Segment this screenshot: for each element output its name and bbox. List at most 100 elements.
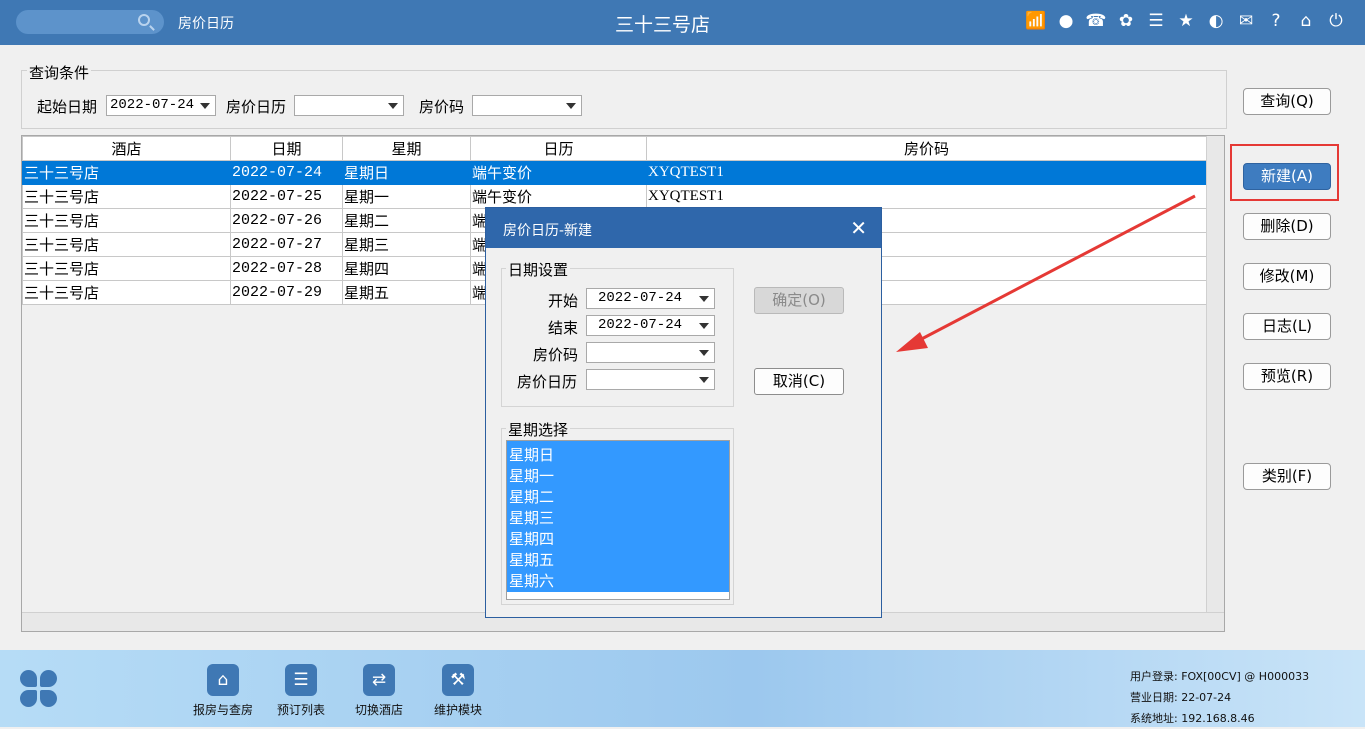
table-row[interactable]: 三十三号店 2022-07-24 星期日 端午变价 XYQTEST1 — [22, 160, 1207, 185]
column-rate-code[interactable]: 房价码 — [646, 136, 1207, 161]
list-item[interactable]: 星期日 — [507, 445, 729, 466]
top-bar: 房价日历 三十三号店 📶 ● ☎ ✿ ☰ ★ ◐ ✉ ? ⌂ ⏻ — [0, 0, 1365, 45]
cell-date: 2022-07-26 — [230, 208, 343, 233]
booking-list-button[interactable]: ☰ 预订列表 — [261, 664, 341, 718]
switch-hotel-button[interactable]: ⇄ 切换酒店 — [339, 664, 419, 718]
booking-list-label: 预订列表 — [276, 703, 325, 717]
system-address: 系统地址: 192.168.8.46 — [1130, 712, 1255, 725]
list-item[interactable]: 星期二 — [507, 487, 729, 508]
start-date-picker[interactable]: 2022-07-24 — [586, 288, 715, 309]
cell-date: 2022-07-29 — [230, 280, 343, 305]
cell-calendar: 端午变价 — [470, 160, 647, 185]
column-hotel[interactable]: 酒店 — [22, 136, 231, 161]
calendar-label: 房价日历 — [517, 373, 578, 391]
cell-date: 2022-07-28 — [230, 256, 343, 281]
dialog-title: 房价日历-新建 — [503, 223, 593, 239]
category-button[interactable]: 类别(F) — [1243, 463, 1331, 490]
start-date-label: 起始日期 — [37, 98, 98, 116]
list-item[interactable]: 星期六 — [507, 571, 729, 592]
phone-icon[interactable]: ☎ — [1085, 10, 1107, 32]
start-label: 开始 — [548, 292, 579, 310]
new-button[interactable]: 新建(A) — [1243, 163, 1331, 190]
column-date[interactable]: 日期 — [230, 136, 343, 161]
cell-weekday: 星期日 — [342, 160, 471, 185]
weekday-legend: 星期选择 — [506, 419, 571, 440]
query-legend: 查询条件 — [27, 62, 92, 83]
date-settings-legend: 日期设置 — [506, 259, 571, 280]
chevron-down-icon[interactable] — [699, 350, 709, 356]
cell-hotel: 三十三号店 — [22, 232, 231, 257]
calendar-label: 房价日历 — [226, 98, 287, 116]
chevron-down-icon[interactable] — [388, 103, 398, 109]
menu-icon[interactable]: ☰ — [1145, 10, 1167, 32]
chevron-down-icon[interactable] — [200, 103, 210, 109]
log-button[interactable]: 日志(L) — [1243, 313, 1331, 340]
palette-icon[interactable]: ✿ — [1115, 10, 1137, 32]
calendar-select[interactable] — [586, 369, 715, 390]
column-weekday[interactable]: 星期 — [342, 136, 471, 161]
wifi-icon[interactable]: 📶 — [1025, 10, 1047, 32]
home-icon[interactable]: ⌂ — [1295, 10, 1317, 32]
end-label: 结束 — [548, 319, 579, 337]
grid-header: 酒店 日期 星期 日历 房价码 — [22, 136, 1207, 161]
cell-hotel: 三十三号店 — [22, 256, 231, 281]
modify-button[interactable]: 修改(M) — [1243, 263, 1331, 290]
end-date-value: 2022-07-24 — [598, 317, 683, 333]
end-date-picker[interactable]: 2022-07-24 — [586, 315, 715, 336]
booking-list-icon: ☰ — [285, 664, 317, 696]
start-date-value: 2022-07-24 — [598, 290, 683, 306]
maintenance-label: 维护模块 — [433, 703, 482, 717]
cell-date: 2022-07-25 — [230, 184, 343, 209]
cell-weekday: 星期二 — [342, 208, 471, 233]
chevron-down-icon[interactable] — [699, 296, 709, 302]
rate-code-select[interactable] — [472, 95, 582, 116]
rate-code-label: 房价码 — [419, 98, 465, 116]
chevron-down-icon[interactable] — [566, 103, 576, 109]
start-date-value: 2022-07-24 — [110, 97, 195, 113]
help-icon[interactable]: ? — [1265, 10, 1287, 32]
home-search-icon: ⌂ — [207, 664, 239, 696]
chevron-down-icon[interactable] — [699, 323, 709, 329]
cell-rate-code: XYQTEST1 — [646, 160, 1207, 185]
ok-button[interactable]: 确定(O) — [754, 287, 844, 314]
list-item[interactable]: 星期三 — [507, 508, 729, 529]
switch-hotel-label: 切换酒店 — [354, 703, 403, 717]
table-row[interactable]: 三十三号店 2022-07-25 星期一 端午变价 XYQTEST1 — [22, 184, 1207, 209]
room-status-label: 报房与查房 — [192, 703, 253, 717]
chat-icon[interactable]: ● — [1055, 10, 1077, 32]
star-icon[interactable]: ★ — [1175, 10, 1197, 32]
mail-icon[interactable]: ✉ — [1235, 10, 1257, 32]
cell-rate-code: XYQTEST1 — [646, 184, 1207, 209]
list-item[interactable]: 星期一 — [507, 466, 729, 487]
delete-button[interactable]: 删除(D) — [1243, 213, 1331, 240]
maintenance-button[interactable]: ⚒ 维护模块 — [418, 664, 498, 718]
calendar-select[interactable] — [294, 95, 404, 116]
cell-hotel: 三十三号店 — [22, 160, 231, 185]
weekday-listbox[interactable]: 星期日 星期一 星期二 星期三 星期四 星期五 星期六 — [506, 440, 730, 600]
column-calendar[interactable]: 日历 — [470, 136, 647, 161]
list-item[interactable]: 星期五 — [507, 550, 729, 571]
query-button[interactable]: 查询(Q) — [1243, 88, 1331, 115]
cancel-button[interactable]: 取消(C) — [754, 368, 844, 395]
cell-weekday: 星期三 — [342, 232, 471, 257]
status-panel: 用户登录: FOX[00CV] @ H000033 营业日期: 22-07-24… — [1130, 666, 1309, 729]
rate-code-select[interactable] — [586, 342, 715, 363]
cell-hotel: 三十三号店 — [22, 184, 231, 209]
business-date: 营业日期: 22-07-24 — [1130, 691, 1232, 704]
preview-button[interactable]: 预览(R) — [1243, 363, 1331, 390]
dialog-titlebar[interactable]: 房价日历-新建 ✕ — [486, 208, 881, 248]
theme-icon[interactable]: ◐ — [1205, 10, 1227, 32]
list-item[interactable]: 星期四 — [507, 529, 729, 550]
room-status-button[interactable]: ⌂ 报房与查房 — [183, 664, 263, 718]
switch-icon: ⇄ — [363, 664, 395, 696]
start-date-picker[interactable]: 2022-07-24 — [106, 95, 216, 116]
cell-weekday: 星期一 — [342, 184, 471, 209]
new-rate-calendar-dialog: 房价日历-新建 ✕ 日期设置 开始 2022-07-24 结束 2022-07-… — [485, 207, 882, 618]
top-toolbar: 📶 ● ☎ ✿ ☰ ★ ◐ ✉ ? ⌂ ⏻ — [1025, 10, 1347, 32]
rate-code-label: 房价码 — [533, 346, 579, 364]
vertical-scrollbar[interactable] — [1206, 136, 1224, 614]
chevron-down-icon[interactable] — [699, 377, 709, 383]
app-logo-icon — [20, 670, 58, 708]
power-icon[interactable]: ⏻ — [1325, 10, 1347, 32]
close-icon[interactable]: ✕ — [850, 216, 867, 240]
